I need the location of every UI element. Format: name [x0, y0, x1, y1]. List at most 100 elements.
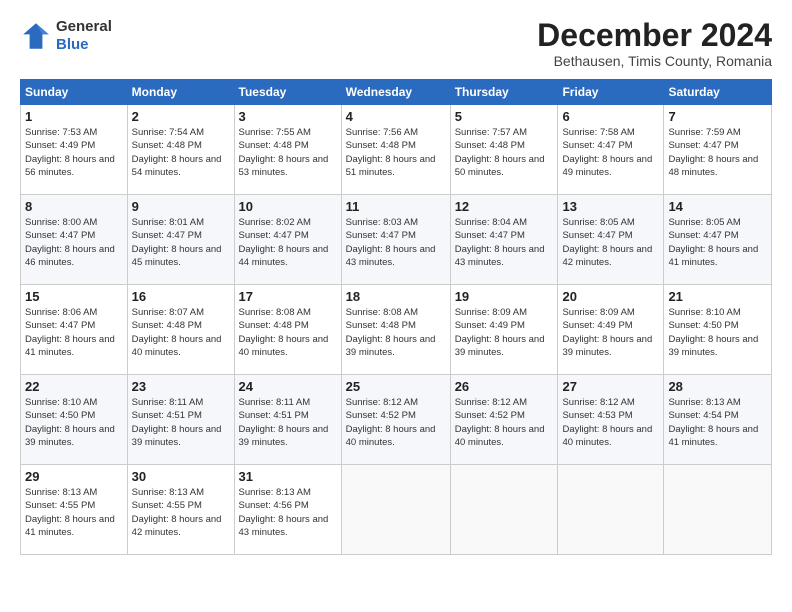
- col-friday: Friday: [558, 80, 664, 105]
- daylight-label: Daylight: 8 hours and 41 minutes.: [668, 424, 758, 448]
- day-number: 25: [346, 379, 446, 394]
- sunset-label: Sunset: 4:50 PM: [668, 320, 738, 331]
- daylight-label: Daylight: 8 hours and 39 minutes.: [25, 424, 115, 448]
- title-block: December 2024 Bethausen, Timis County, R…: [537, 18, 772, 69]
- day-info: Sunrise: 7:54 AM Sunset: 4:48 PM Dayligh…: [132, 126, 230, 179]
- daylight-label: Daylight: 8 hours and 48 minutes.: [668, 154, 758, 178]
- day-number: 7: [668, 109, 767, 124]
- day-info: Sunrise: 8:07 AM Sunset: 4:48 PM Dayligh…: [132, 306, 230, 359]
- daylight-label: Daylight: 8 hours and 39 minutes.: [562, 334, 652, 358]
- day-number: 20: [562, 289, 659, 304]
- table-row: 7 Sunrise: 7:59 AM Sunset: 4:47 PM Dayli…: [664, 105, 772, 195]
- day-info: Sunrise: 7:55 AM Sunset: 4:48 PM Dayligh…: [239, 126, 337, 179]
- day-number: 10: [239, 199, 337, 214]
- daylight-label: Daylight: 8 hours and 51 minutes.: [346, 154, 436, 178]
- sunrise-label: Sunrise: 8:00 AM: [25, 217, 97, 228]
- day-number: 15: [25, 289, 123, 304]
- sunrise-label: Sunrise: 8:03 AM: [346, 217, 418, 228]
- day-number: 31: [239, 469, 337, 484]
- sunset-label: Sunset: 4:47 PM: [25, 320, 95, 331]
- day-info: Sunrise: 8:08 AM Sunset: 4:48 PM Dayligh…: [239, 306, 337, 359]
- day-number: 6: [562, 109, 659, 124]
- sunset-label: Sunset: 4:50 PM: [25, 410, 95, 421]
- sunrise-label: Sunrise: 8:09 AM: [562, 307, 634, 318]
- table-row: 17 Sunrise: 8:08 AM Sunset: 4:48 PM Dayl…: [234, 285, 341, 375]
- table-row: 21 Sunrise: 8:10 AM Sunset: 4:50 PM Dayl…: [664, 285, 772, 375]
- sunrise-label: Sunrise: 8:02 AM: [239, 217, 311, 228]
- day-info: Sunrise: 8:03 AM Sunset: 4:47 PM Dayligh…: [346, 216, 446, 269]
- day-number: 23: [132, 379, 230, 394]
- day-number: 2: [132, 109, 230, 124]
- table-row: 18 Sunrise: 8:08 AM Sunset: 4:48 PM Dayl…: [341, 285, 450, 375]
- day-number: 21: [668, 289, 767, 304]
- day-info: Sunrise: 8:13 AM Sunset: 4:56 PM Dayligh…: [239, 486, 337, 539]
- table-row: 23 Sunrise: 8:11 AM Sunset: 4:51 PM Dayl…: [127, 375, 234, 465]
- day-info: Sunrise: 8:11 AM Sunset: 4:51 PM Dayligh…: [239, 396, 337, 449]
- day-info: Sunrise: 8:10 AM Sunset: 4:50 PM Dayligh…: [668, 306, 767, 359]
- sunset-label: Sunset: 4:49 PM: [25, 140, 95, 151]
- sunset-label: Sunset: 4:47 PM: [562, 140, 632, 151]
- sunrise-label: Sunrise: 8:11 AM: [239, 397, 311, 408]
- sunrise-label: Sunrise: 7:59 AM: [668, 127, 740, 138]
- col-monday: Monday: [127, 80, 234, 105]
- day-number: 17: [239, 289, 337, 304]
- sunset-label: Sunset: 4:56 PM: [239, 500, 309, 511]
- sunset-label: Sunset: 4:48 PM: [132, 320, 202, 331]
- sunset-label: Sunset: 4:47 PM: [562, 230, 632, 241]
- day-number: 28: [668, 379, 767, 394]
- daylight-label: Daylight: 8 hours and 41 minutes.: [25, 514, 115, 538]
- daylight-label: Daylight: 8 hours and 40 minutes.: [455, 424, 545, 448]
- sunset-label: Sunset: 4:47 PM: [455, 230, 525, 241]
- daylight-label: Daylight: 8 hours and 53 minutes.: [239, 154, 329, 178]
- sunset-label: Sunset: 4:53 PM: [562, 410, 632, 421]
- sunrise-label: Sunrise: 8:01 AM: [132, 217, 204, 228]
- sunset-label: Sunset: 4:48 PM: [346, 140, 416, 151]
- table-row: 5 Sunrise: 7:57 AM Sunset: 4:48 PM Dayli…: [450, 105, 558, 195]
- day-info: Sunrise: 8:13 AM Sunset: 4:55 PM Dayligh…: [25, 486, 123, 539]
- col-wednesday: Wednesday: [341, 80, 450, 105]
- day-info: Sunrise: 8:09 AM Sunset: 4:49 PM Dayligh…: [455, 306, 554, 359]
- day-info: Sunrise: 8:05 AM Sunset: 4:47 PM Dayligh…: [562, 216, 659, 269]
- sunset-label: Sunset: 4:51 PM: [239, 410, 309, 421]
- col-sunday: Sunday: [21, 80, 128, 105]
- day-number: 16: [132, 289, 230, 304]
- sunrise-label: Sunrise: 8:13 AM: [668, 397, 740, 408]
- day-number: 13: [562, 199, 659, 214]
- daylight-label: Daylight: 8 hours and 39 minutes.: [132, 424, 222, 448]
- day-number: 9: [132, 199, 230, 214]
- daylight-label: Daylight: 8 hours and 54 minutes.: [132, 154, 222, 178]
- calendar-week-row: 22 Sunrise: 8:10 AM Sunset: 4:50 PM Dayl…: [21, 375, 772, 465]
- sunset-label: Sunset: 4:52 PM: [455, 410, 525, 421]
- daylight-label: Daylight: 8 hours and 42 minutes.: [132, 514, 222, 538]
- daylight-label: Daylight: 8 hours and 41 minutes.: [25, 334, 115, 358]
- table-row: 10 Sunrise: 8:02 AM Sunset: 4:47 PM Dayl…: [234, 195, 341, 285]
- table-row: 27 Sunrise: 8:12 AM Sunset: 4:53 PM Dayl…: [558, 375, 664, 465]
- sunrise-label: Sunrise: 8:05 AM: [668, 217, 740, 228]
- table-row: 29 Sunrise: 8:13 AM Sunset: 4:55 PM Dayl…: [21, 465, 128, 555]
- daylight-label: Daylight: 8 hours and 50 minutes.: [455, 154, 545, 178]
- daylight-label: Daylight: 8 hours and 42 minutes.: [562, 244, 652, 268]
- table-row: 16 Sunrise: 8:07 AM Sunset: 4:48 PM Dayl…: [127, 285, 234, 375]
- sunrise-label: Sunrise: 8:04 AM: [455, 217, 527, 228]
- daylight-label: Daylight: 8 hours and 39 minutes.: [668, 334, 758, 358]
- day-number: 30: [132, 469, 230, 484]
- table-row: 3 Sunrise: 7:55 AM Sunset: 4:48 PM Dayli…: [234, 105, 341, 195]
- day-number: 18: [346, 289, 446, 304]
- sunrise-label: Sunrise: 7:55 AM: [239, 127, 311, 138]
- table-row: 11 Sunrise: 8:03 AM Sunset: 4:47 PM Dayl…: [341, 195, 450, 285]
- table-row: 1 Sunrise: 7:53 AM Sunset: 4:49 PM Dayli…: [21, 105, 128, 195]
- day-info: Sunrise: 8:12 AM Sunset: 4:53 PM Dayligh…: [562, 396, 659, 449]
- sunrise-label: Sunrise: 8:09 AM: [455, 307, 527, 318]
- sunset-label: Sunset: 4:47 PM: [132, 230, 202, 241]
- day-number: 27: [562, 379, 659, 394]
- day-info: Sunrise: 8:09 AM Sunset: 4:49 PM Dayligh…: [562, 306, 659, 359]
- col-saturday: Saturday: [664, 80, 772, 105]
- location: Bethausen, Timis County, Romania: [537, 53, 772, 69]
- daylight-label: Daylight: 8 hours and 39 minutes.: [239, 424, 329, 448]
- day-number: 24: [239, 379, 337, 394]
- sunrise-label: Sunrise: 7:56 AM: [346, 127, 418, 138]
- sunrise-label: Sunrise: 8:07 AM: [132, 307, 204, 318]
- calendar-week-row: 29 Sunrise: 8:13 AM Sunset: 4:55 PM Dayl…: [21, 465, 772, 555]
- day-number: 5: [455, 109, 554, 124]
- day-number: 1: [25, 109, 123, 124]
